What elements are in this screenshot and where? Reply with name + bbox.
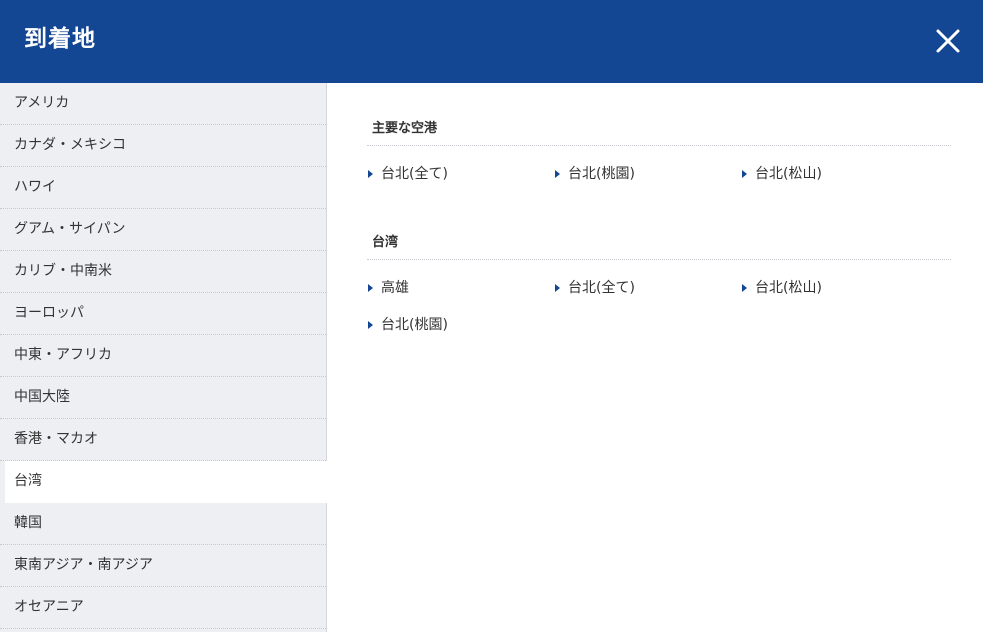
sidebar-item-america[interactable]: アメリカ bbox=[0, 83, 326, 125]
triangle-right-icon bbox=[742, 170, 747, 178]
airport-link[interactable]: 台北(全て) bbox=[367, 163, 448, 185]
close-icon bbox=[936, 29, 960, 53]
sidebar-item-oceania[interactable]: オセアニア bbox=[0, 587, 326, 629]
modal-title: 到着地 bbox=[24, 26, 96, 52]
section-taiwan: 台湾 高雄 台北(全て) 台北(松山) 台北(桃園) bbox=[367, 233, 951, 333]
sidebar-item-korea[interactable]: 韓国 bbox=[0, 503, 326, 545]
sidebar-item-guam-saipan[interactable]: グアム・サイパン bbox=[0, 209, 326, 251]
sidebar-item-middle-east-africa[interactable]: 中東・アフリカ bbox=[0, 335, 326, 377]
airport-link-label: 台北(桃園) bbox=[381, 317, 448, 333]
section-major-airports: 主要な空港 台北(全て) 台北(桃園) 台北(松山) bbox=[367, 119, 951, 182]
modal-header: 到着地 bbox=[0, 0, 983, 83]
close-button[interactable] bbox=[930, 23, 966, 59]
airport-link-label: 台北(松山) bbox=[755, 280, 822, 296]
sidebar-item-southeast-south-asia[interactable]: 東南アジア・南アジア bbox=[0, 545, 326, 587]
sidebar-item-hawaii[interactable]: ハワイ bbox=[0, 167, 326, 209]
section-title: 台湾 bbox=[367, 233, 951, 260]
airport-link-label: 台北(全て) bbox=[568, 280, 635, 296]
destination-modal: 到着地 アメリカ カナダ・メキシコ ハワイ グアム・サイパン カリブ・中南米 ヨ… bbox=[0, 0, 983, 632]
sidebar-item-europe[interactable]: ヨーロッパ bbox=[0, 293, 326, 335]
triangle-right-icon bbox=[368, 284, 373, 292]
sidebar-item-mainland-china[interactable]: 中国大陸 bbox=[0, 377, 326, 419]
triangle-right-icon bbox=[742, 284, 747, 292]
airport-link[interactable]: 台北(桃園) bbox=[367, 314, 448, 336]
section-title: 主要な空港 bbox=[367, 119, 951, 146]
region-sidebar: アメリカ カナダ・メキシコ ハワイ グアム・サイパン カリブ・中南米 ヨーロッパ… bbox=[0, 83, 327, 632]
triangle-right-icon bbox=[555, 284, 560, 292]
airport-link-label: 台北(桃園) bbox=[568, 166, 635, 182]
triangle-right-icon bbox=[368, 321, 373, 329]
sidebar-item-taiwan[interactable]: 台湾 bbox=[5, 461, 327, 503]
sidebar-item-caribbean-latin-america[interactable]: カリブ・中南米 bbox=[0, 251, 326, 293]
airport-link-label: 高雄 bbox=[381, 280, 409, 296]
airport-link[interactable]: 高雄 bbox=[367, 277, 409, 299]
airport-link[interactable]: 台北(桃園) bbox=[554, 163, 635, 185]
airport-link[interactable]: 台北(松山) bbox=[741, 277, 822, 299]
airport-link-label: 台北(松山) bbox=[755, 166, 822, 182]
airport-link[interactable]: 台北(全て) bbox=[554, 277, 635, 299]
airport-link-label: 台北(全て) bbox=[381, 166, 448, 182]
sidebar-item-hongkong-macau[interactable]: 香港・マカオ bbox=[0, 419, 326, 461]
triangle-right-icon bbox=[555, 170, 560, 178]
sidebar-item-canada-mexico[interactable]: カナダ・メキシコ bbox=[0, 125, 326, 167]
airport-link[interactable]: 台北(松山) bbox=[741, 163, 822, 185]
airport-content: 主要な空港 台北(全て) 台北(桃園) 台北(松山) 台湾 高雄 台北(全て) … bbox=[327, 83, 983, 632]
triangle-right-icon bbox=[368, 170, 373, 178]
